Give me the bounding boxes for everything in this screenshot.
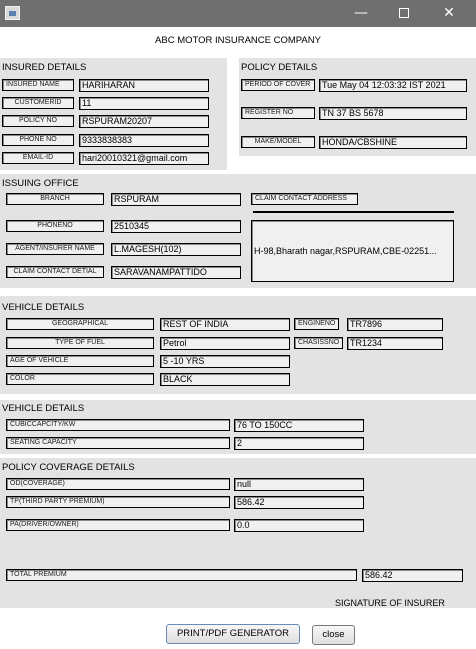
age-of-vehicle-label: AGE OF VEHICLE	[6, 355, 154, 367]
customerid-field[interactable]: 11	[79, 97, 209, 110]
phoneno-field[interactable]: 2510345	[111, 220, 241, 233]
close-button[interactable]: close	[312, 625, 355, 645]
policy-coverage-title: POLICY COVERAGE DETAILS	[2, 462, 135, 473]
engine-no-field[interactable]: TR7896	[347, 318, 443, 331]
divider-line	[253, 211, 454, 213]
geographical-field[interactable]: REST OF INDIA	[160, 318, 290, 331]
agent-insurer-name-field[interactable]: L.MAGESH(102)	[111, 243, 241, 256]
print-pdf-button[interactable]: PRINT/PDF GENERATOR	[166, 624, 300, 644]
insured-name-label: INSURED NAME	[2, 79, 74, 91]
cubic-capacity-label: CUBICCAPCITY/KW	[6, 419, 230, 431]
register-no-label: REGISTER NO	[241, 107, 315, 119]
color-field[interactable]: BLACK	[160, 373, 290, 386]
od-coverage-label: OD(COVERAGE)	[6, 478, 230, 490]
phoneno-label: PHONENO	[6, 220, 104, 232]
app-icon	[5, 6, 20, 20]
seating-capacity-field[interactable]: 2	[234, 437, 364, 450]
claim-contact-detail-field[interactable]: SARAVANAMPATTIDO	[111, 266, 241, 279]
claim-contact-address-label: CLAIM CONTACT ADDRESS	[251, 193, 358, 205]
claim-contact-detail-label: CLAIM CONTACT DETIAL	[6, 266, 104, 278]
insured-name-field[interactable]: HARIHARAN	[79, 79, 209, 92]
phone-no-field[interactable]: 9333838383	[79, 134, 209, 147]
minimize-button[interactable]: —	[338, 0, 384, 27]
agent-insurer-name-label: AGENT/INSURER NAME	[6, 243, 104, 255]
chassis-no-field[interactable]: TR1234	[347, 337, 443, 350]
company-title: ABC MOTOR INSURANCE COMPANY	[155, 35, 321, 46]
age-of-vehicle-field[interactable]: 5 -10 YRS	[160, 355, 290, 368]
vehicle-details-title: VEHICLE DETAILS	[2, 302, 85, 313]
pa-driver-owner-field[interactable]: 0.0	[234, 519, 364, 532]
policy-no-label: POLICY NO	[2, 115, 74, 127]
branch-label: BRANCH	[6, 193, 104, 205]
geographical-label: GEOGRAPHICAL	[6, 318, 154, 330]
cubic-capacity-field[interactable]: 76 TO 150CC	[234, 419, 364, 432]
chassis-no-label: CHASISSNO	[294, 337, 343, 349]
od-coverage-field[interactable]: null	[234, 478, 364, 491]
pa-driver-owner-label: PA(DRIVER/OWNER)	[6, 519, 230, 531]
make-model-field[interactable]: HONDA/CBSHINE	[319, 136, 467, 149]
signature-of-insurer: SIGNATURE OF INSURER	[335, 598, 445, 608]
close-window-button[interactable]: ✕	[426, 0, 472, 27]
color-label: COLOR	[6, 373, 154, 385]
email-label: EMAIL-ID	[2, 152, 74, 164]
maximize-button[interactable]	[381, 0, 427, 27]
period-of-cover-field[interactable]: Tue May 04 12:03:32 IST 2021	[319, 79, 467, 92]
window-titlebar: — ✕	[0, 0, 476, 27]
type-of-fuel-label: TYPE OF FUEL	[6, 337, 154, 349]
phone-no-label: PHONE NO	[2, 134, 74, 146]
period-of-cover-label: PERIOD OF COVER	[241, 79, 315, 91]
branch-field[interactable]: RSPURAM	[111, 193, 241, 206]
insured-details-title: INSURED DETAILS	[2, 62, 87, 73]
engine-no-label: ENGINENO	[294, 318, 339, 330]
tp-premium-label: TP(THIRD PARTY PREMIUM)	[6, 496, 230, 508]
seating-capacity-label: SEATING CAPACITY	[6, 437, 230, 449]
total-premium-field[interactable]: 586.42	[362, 569, 463, 582]
policy-details-title: POLICY DETAILS	[241, 62, 318, 73]
vehicle-capacity-title: VEHICLE DETAILS	[2, 403, 85, 414]
make-model-label: MAKE/MODEL	[241, 136, 315, 148]
maximize-icon	[399, 8, 409, 18]
total-premium-label: TOTAL PREMIUM	[6, 569, 357, 581]
claim-contact-address-field[interactable]: H-98,Bharath nagar,RSPURAM,CBE-02251...	[251, 220, 454, 282]
policy-no-field[interactable]: RSPURAM20207	[79, 115, 209, 128]
type-of-fuel-field[interactable]: Petrol	[160, 337, 290, 350]
customerid-label: CUSTOMERID	[2, 97, 74, 109]
issuing-office-title: ISSUING OFFICE	[2, 178, 79, 189]
tp-premium-field[interactable]: 586.42	[234, 496, 364, 509]
email-field[interactable]: hari20010321@gmail.com	[79, 152, 209, 165]
register-no-field[interactable]: TN 37 BS 5678	[319, 107, 467, 120]
